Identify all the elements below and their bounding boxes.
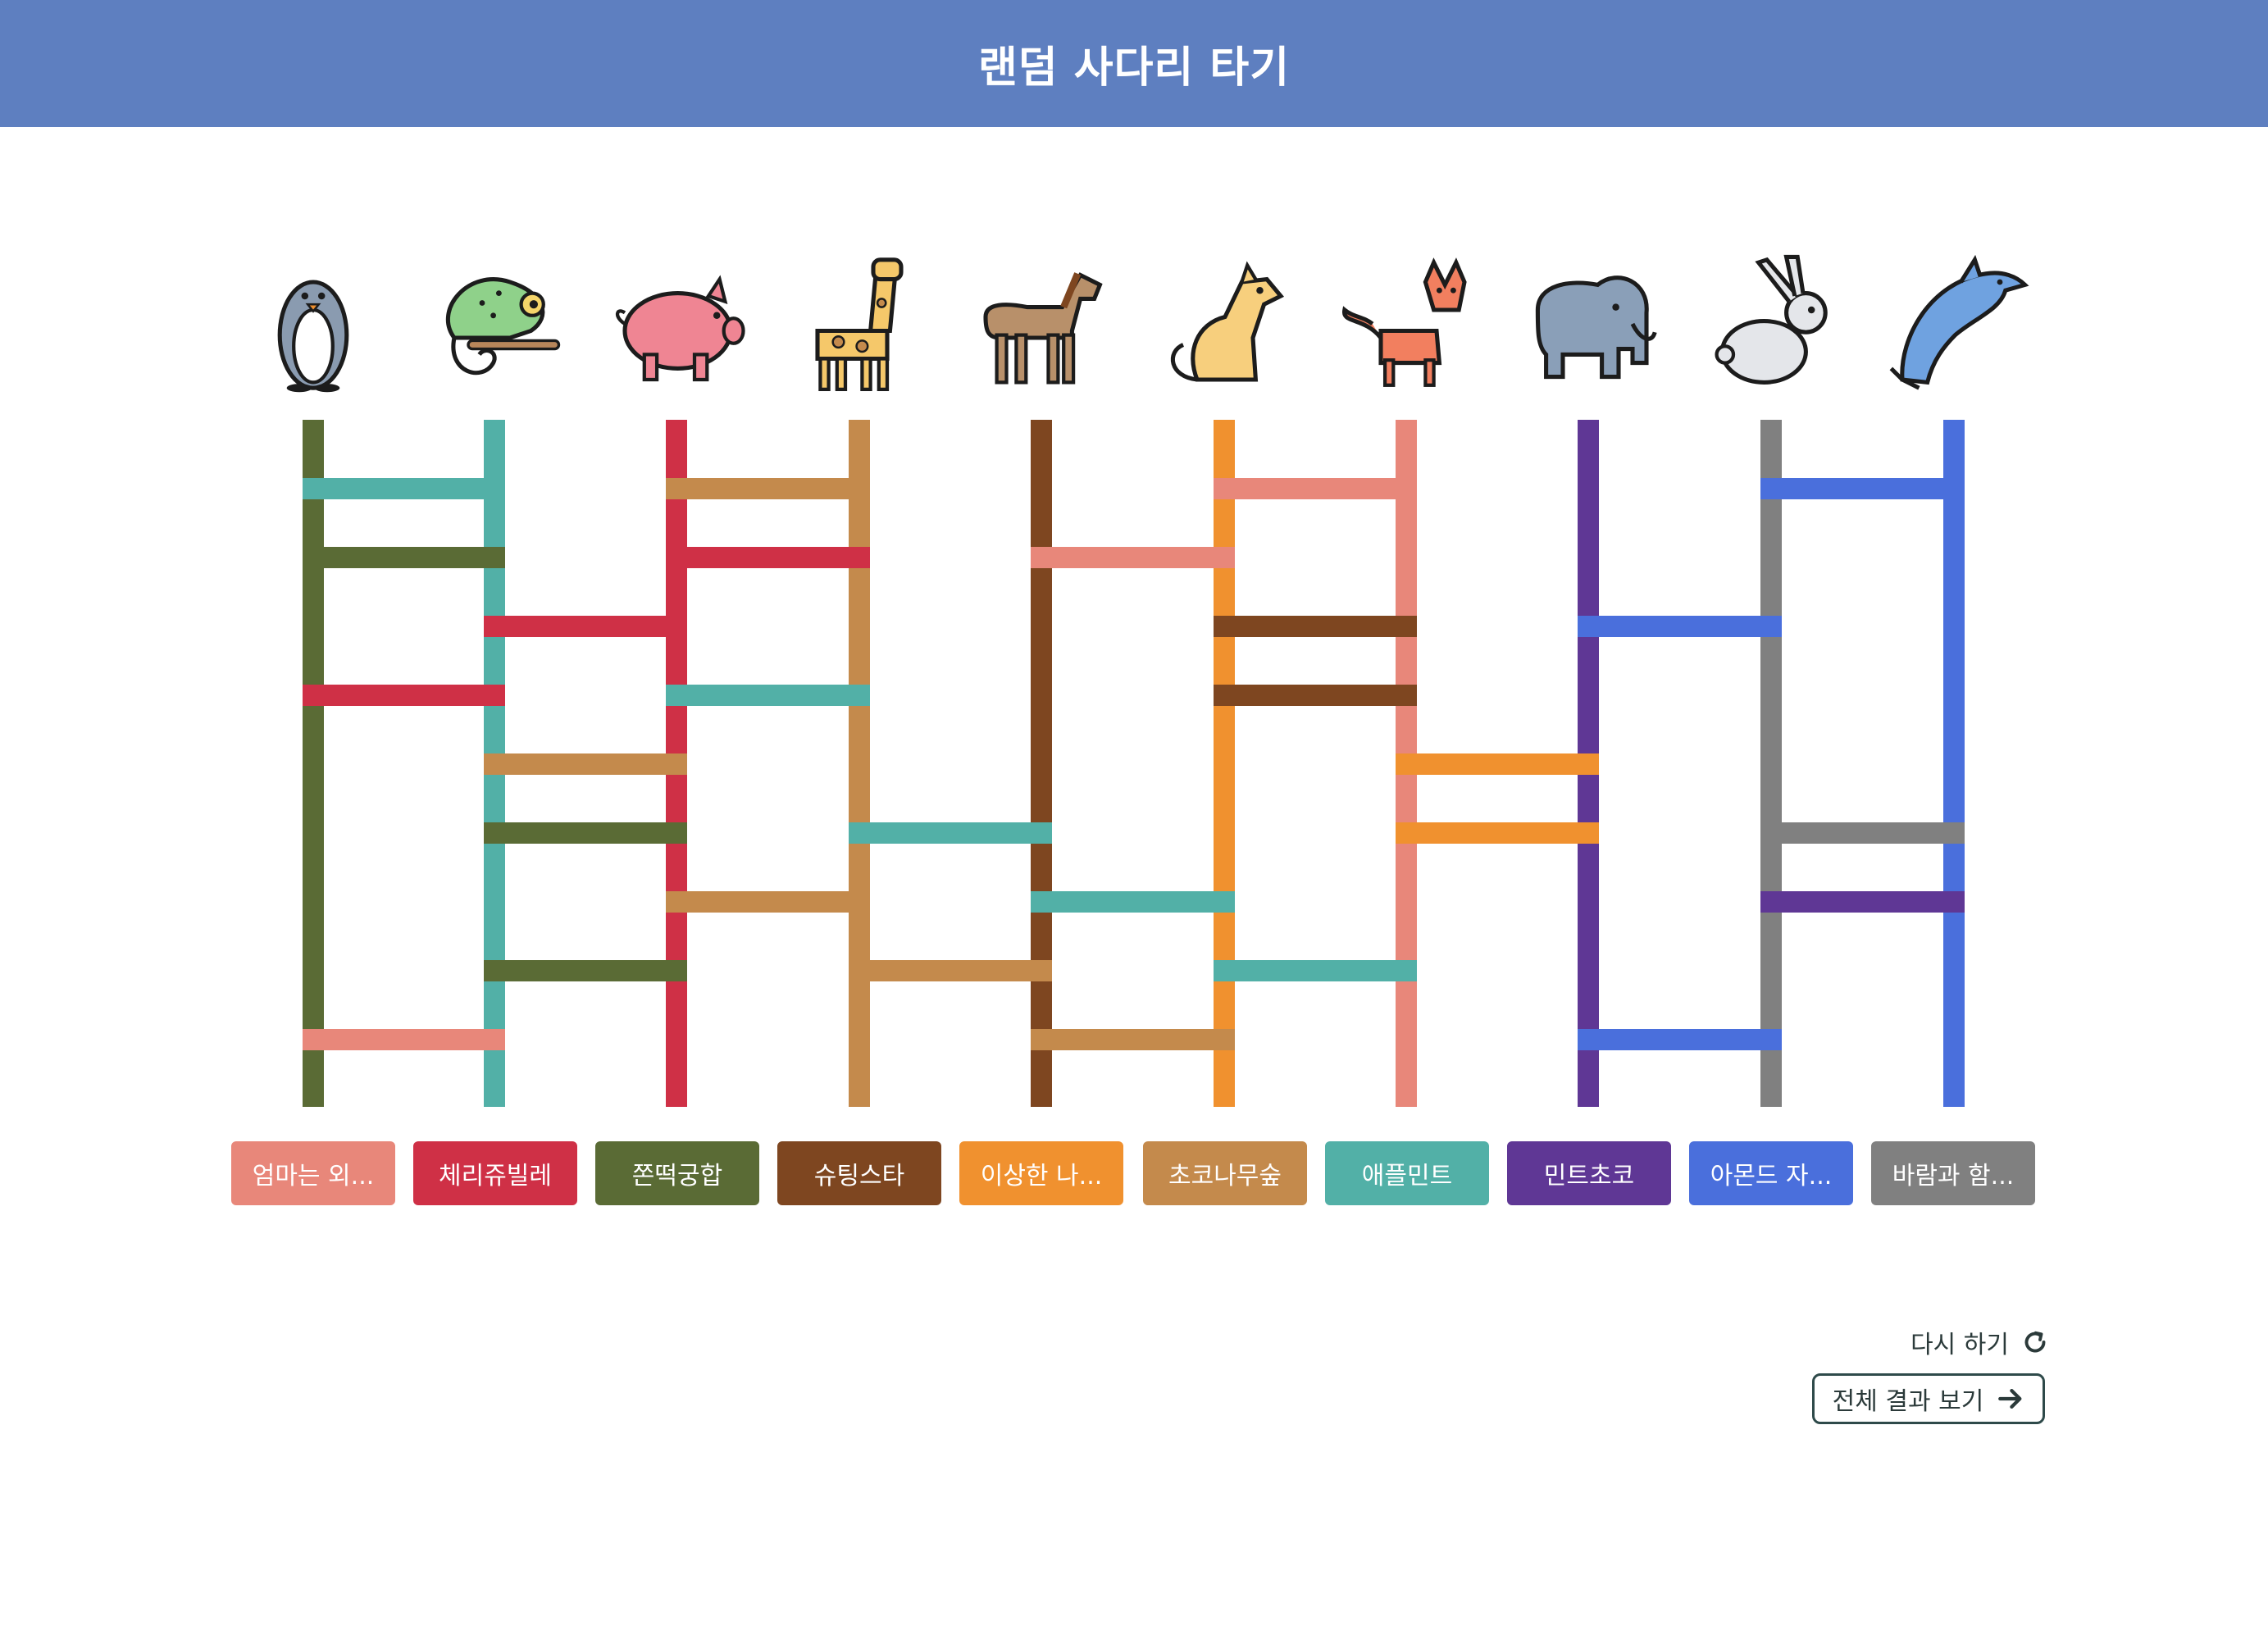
retry-label: 다시 하기 <box>1910 1331 2009 1359</box>
ladder-rung <box>303 478 505 499</box>
ladder-rung <box>1396 753 1599 775</box>
ladder-rung <box>666 891 870 913</box>
ladder-rail <box>1943 420 1965 1107</box>
ladder-rail <box>849 420 870 1107</box>
ladder-rung <box>1760 478 1965 499</box>
result-label[interactable]: 쫀떡궁합 <box>595 1141 759 1205</box>
result-label[interactable]: 체리쥬빌레 <box>413 1141 577 1205</box>
ladder-rung <box>484 960 687 981</box>
ladder-rung <box>484 753 687 775</box>
ladder-rung <box>666 547 870 568</box>
ladder-rung <box>1578 616 1782 637</box>
ladder-rung <box>1578 1029 1782 1050</box>
result-label[interactable]: 초코나무숲 <box>1143 1141 1307 1205</box>
result-label[interactable]: 이상한 나... <box>959 1141 1123 1205</box>
ladder-rung <box>1214 960 1417 981</box>
retry-button[interactable]: 다시 하기 <box>1910 1324 2050 1360</box>
ladder-rung <box>666 478 870 499</box>
ladder-rung <box>849 822 1052 844</box>
result-label[interactable]: 애플민트 <box>1325 1141 1489 1205</box>
ladder-rung <box>1214 616 1417 637</box>
show-all-label: 전체 결과 보기 <box>1832 1387 1984 1416</box>
ladder-rung <box>303 685 505 706</box>
result-label[interactable]: 아몬드 자... <box>1689 1141 1853 1205</box>
ladder-rung <box>484 616 687 637</box>
result-label[interactable]: 바람과 함... <box>1871 1141 2035 1205</box>
ladder-rung <box>1760 891 1965 913</box>
ladder-rung <box>1396 822 1599 844</box>
show-all-results-button[interactable]: 전체 결과 보기 <box>1812 1373 2045 1424</box>
arrow-right-icon <box>1998 1388 2022 1409</box>
ladder-rung <box>303 1029 505 1050</box>
ladder-board <box>303 420 1965 1107</box>
ladder-rung <box>666 685 870 706</box>
ladder-rung <box>1031 891 1235 913</box>
ladder-rail <box>1214 420 1235 1107</box>
ladder-rung <box>303 547 505 568</box>
ladder-rung <box>1214 685 1417 706</box>
ladder-rail <box>303 420 324 1107</box>
ladder-rail <box>1760 420 1782 1107</box>
ladder-rung <box>484 822 687 844</box>
refresh-icon <box>2024 1331 2046 1353</box>
result-label[interactable]: 엄마는 외... <box>231 1141 395 1205</box>
ladder-rail <box>1031 420 1052 1107</box>
ladder-rung <box>849 960 1052 981</box>
ladder-rung <box>1214 478 1417 499</box>
ladder-rung <box>1760 822 1965 844</box>
result-label[interactable]: 슈팅스타 <box>777 1141 941 1205</box>
ladder-rung <box>1031 547 1235 568</box>
result-label[interactable]: 민트초코 <box>1507 1141 1671 1205</box>
ladder-rung <box>1031 1029 1235 1050</box>
